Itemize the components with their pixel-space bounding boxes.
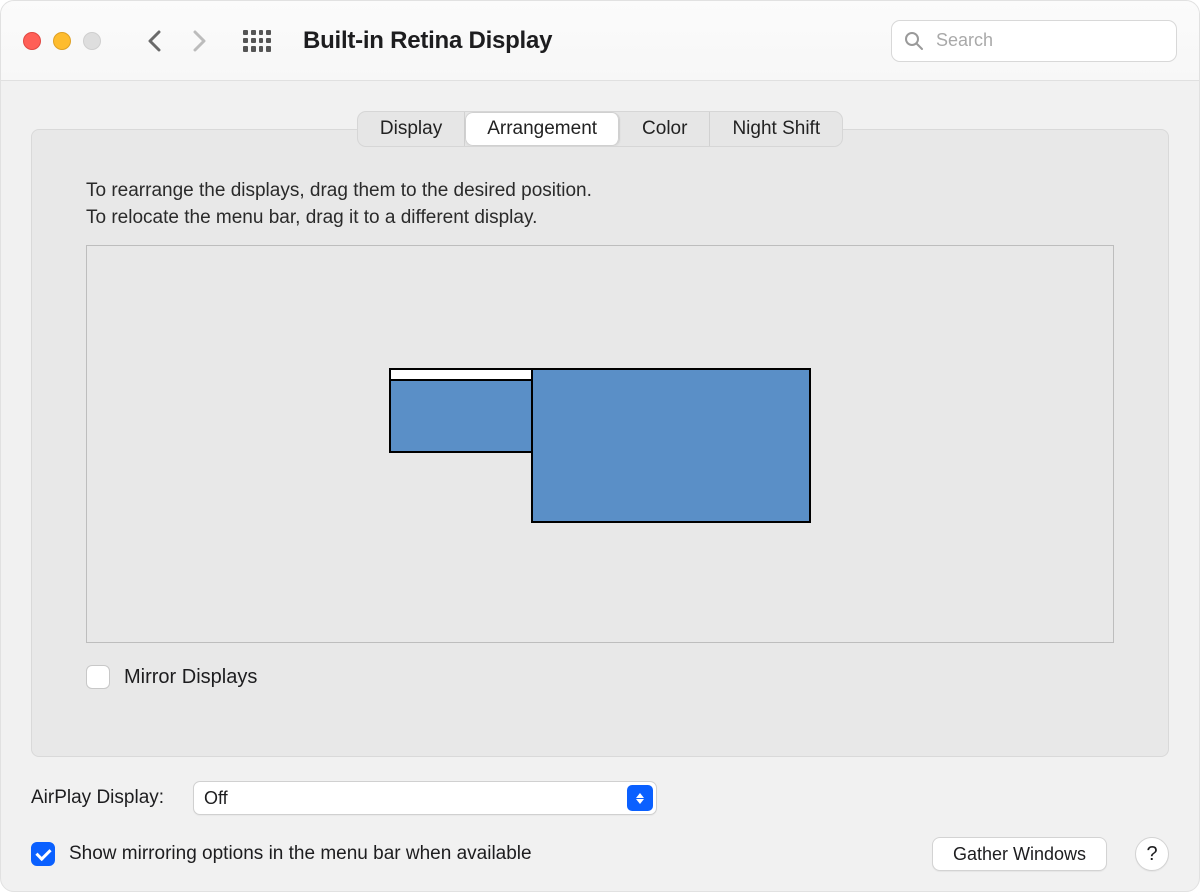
window-controls	[23, 32, 101, 50]
arrangement-canvas[interactable]	[86, 245, 1114, 643]
window-title: Built-in Retina Display	[303, 27, 552, 55]
airplay-row: AirPlay Display: Off	[31, 781, 1169, 815]
instructions-line2: To relocate the menu bar, drag it to a d…	[86, 205, 1114, 232]
back-icon	[147, 30, 161, 52]
instructions-line1: To rearrange the displays, drag them to …	[86, 178, 1114, 205]
airplay-value: Off	[204, 788, 228, 809]
close-window-button[interactable]	[23, 32, 41, 50]
arrangement-panel: To rearrange the displays, drag them to …	[31, 129, 1169, 757]
segmented-tabs: Display Arrangement Color Night Shift	[357, 111, 843, 147]
tab-bar: Display Arrangement Color Night Shift	[25, 111, 1175, 147]
content-area: Display Arrangement Color Night Shift To…	[1, 81, 1199, 891]
display-secondary[interactable]	[531, 368, 811, 523]
search-input[interactable]	[934, 29, 1170, 52]
preferences-window: Built-in Retina Display Display Arrangem…	[0, 0, 1200, 892]
forward-button	[183, 21, 217, 61]
search-icon	[904, 31, 924, 51]
airplay-label: AirPlay Display:	[31, 787, 179, 809]
show-all-preferences-button[interactable]	[243, 30, 271, 52]
zoom-window-button	[83, 32, 101, 50]
menu-bar-indicator[interactable]	[391, 370, 531, 381]
mirror-displays-row: Mirror Displays	[86, 665, 1114, 689]
airplay-select[interactable]: Off	[193, 781, 657, 815]
minimize-window-button[interactable]	[53, 32, 71, 50]
tab-arrangement[interactable]: Arrangement	[465, 112, 620, 146]
instructions: To rearrange the displays, drag them to …	[86, 178, 1114, 231]
forward-icon	[193, 30, 207, 52]
show-mirroring-checkbox[interactable]	[31, 842, 55, 866]
footer-row: Show mirroring options in the menu bar w…	[31, 837, 1169, 871]
mirror-displays-checkbox[interactable]	[86, 665, 110, 689]
back-button[interactable]	[137, 21, 171, 61]
gather-windows-button[interactable]: Gather Windows	[932, 837, 1107, 871]
footer-controls: AirPlay Display: Off Show mirroring opti…	[31, 781, 1169, 871]
search-field[interactable]	[891, 20, 1177, 62]
mirror-displays-label: Mirror Displays	[124, 666, 257, 689]
tab-color[interactable]: Color	[620, 112, 710, 146]
display-primary[interactable]	[389, 368, 533, 453]
tab-display[interactable]: Display	[358, 112, 465, 146]
popup-stepper-icon	[627, 785, 653, 811]
tab-night-shift[interactable]: Night Shift	[710, 112, 842, 146]
show-mirroring-label: Show mirroring options in the menu bar w…	[69, 843, 532, 865]
titlebar: Built-in Retina Display	[1, 1, 1199, 81]
help-button[interactable]: ?	[1135, 837, 1169, 871]
